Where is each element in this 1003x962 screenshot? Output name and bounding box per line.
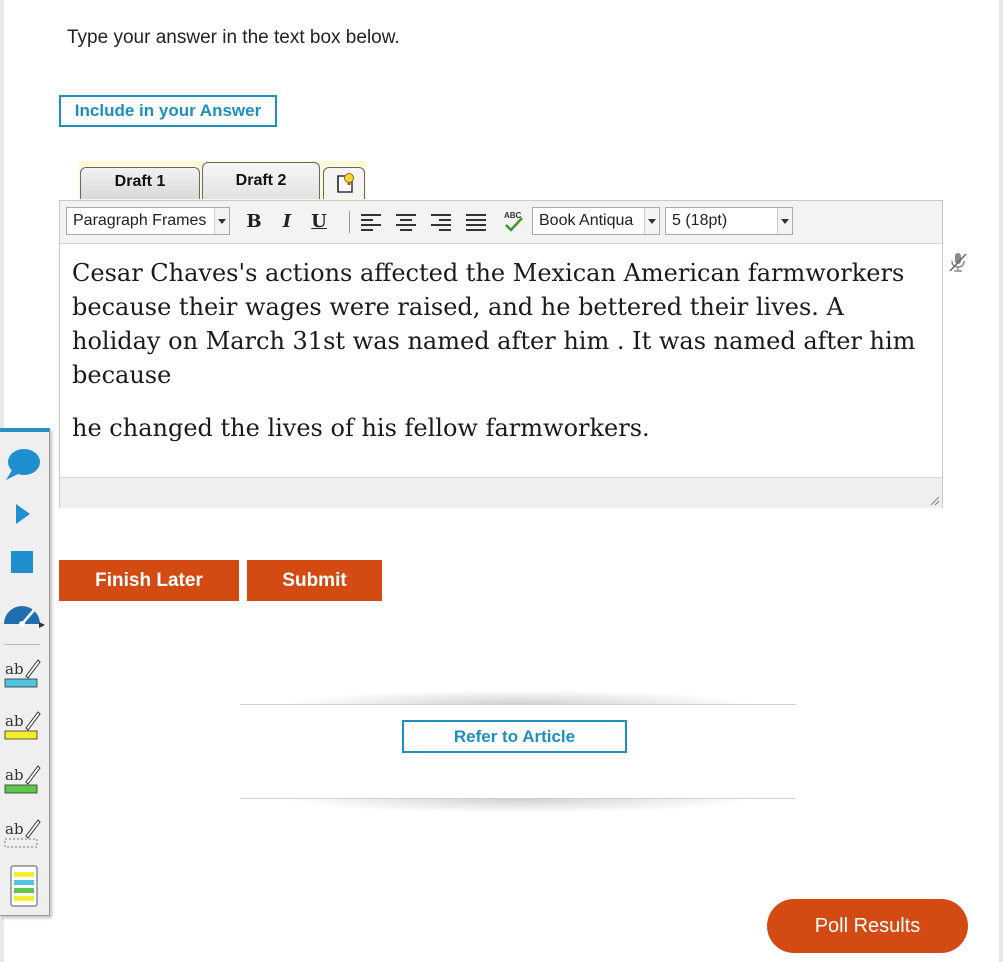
- align-left-button[interactable]: [360, 212, 382, 232]
- section-divider: [240, 690, 796, 705]
- chevron-down-icon: [214, 208, 229, 234]
- tab-draft-1[interactable]: Draft 1: [80, 167, 200, 199]
- svg-text:ABC: ABC: [504, 211, 522, 220]
- editor-toolbar: Paragraph Frames B I U ABC Book Antiqua …: [60, 201, 942, 244]
- include-in-answer-button[interactable]: Include in your Answer: [59, 95, 277, 127]
- submit-button[interactable]: Submit: [247, 560, 382, 601]
- finish-later-button[interactable]: Finish Later: [59, 560, 239, 601]
- align-center-button[interactable]: [395, 212, 417, 232]
- highlight-yellow-icon: ab: [4, 711, 41, 740]
- align-justify-button[interactable]: [465, 212, 487, 232]
- play-button[interactable]: [2, 494, 42, 538]
- svg-text:ab: ab: [5, 660, 24, 678]
- paragraph-format-select[interactable]: Paragraph Frames: [66, 207, 230, 235]
- answer-editor: Paragraph Frames B I U ABC Book Antiqua …: [59, 200, 943, 508]
- play-icon: [16, 504, 30, 524]
- notes-icon: [10, 865, 38, 907]
- svg-text:ab: ab: [5, 766, 24, 784]
- underline-button[interactable]: U: [306, 210, 332, 234]
- refer-to-article-button[interactable]: Refer to Article: [402, 720, 627, 753]
- highlight-green-button[interactable]: ab: [2, 760, 42, 804]
- section-divider: [240, 798, 796, 813]
- align-right-button[interactable]: [430, 212, 452, 232]
- toolbar-divider: [349, 211, 350, 233]
- svg-text:ab: ab: [5, 712, 24, 730]
- speech-bubble-icon: [6, 449, 40, 480]
- font-family-value: Book Antiqua: [539, 212, 634, 229]
- highlight-yellow-button[interactable]: ab: [2, 706, 42, 750]
- new-draft-tab[interactable]: [323, 167, 365, 199]
- stop-button[interactable]: [2, 542, 42, 586]
- highlight-green-icon: ab: [4, 765, 41, 794]
- tab-draft-2[interactable]: Draft 2: [202, 162, 320, 199]
- tool-palette: ab ab ab ab: [0, 428, 50, 916]
- answer-text-area[interactable]: Cesar Chaves's actions affected the Mexi…: [60, 244, 942, 477]
- font-family-select[interactable]: Book Antiqua: [532, 207, 660, 235]
- answer-paragraph: he changed the lives of his fellow farmw…: [72, 414, 650, 442]
- paragraph-format-value: Paragraph Frames: [73, 212, 207, 229]
- poll-results-button[interactable]: Poll Results: [767, 899, 968, 953]
- speed-gauge-icon: [4, 606, 45, 628]
- spellcheck-button[interactable]: ABC: [500, 209, 526, 235]
- italic-button[interactable]: I: [274, 210, 300, 234]
- microphone-muted-icon[interactable]: [948, 251, 968, 273]
- spellcheck-icon: ABC: [504, 211, 523, 232]
- bold-button[interactable]: B: [241, 210, 267, 234]
- highlight-clear-icon: ab: [4, 819, 41, 848]
- font-size-select[interactable]: 5 (18pt): [665, 207, 793, 235]
- new-draft-icon: [337, 173, 354, 193]
- highlight-blue-button[interactable]: ab: [2, 654, 42, 698]
- chevron-down-icon: [644, 208, 659, 234]
- resize-grip-icon[interactable]: [928, 494, 940, 506]
- editor-status-bar: [60, 477, 942, 508]
- speed-gauge-button[interactable]: [2, 592, 45, 636]
- answer-paragraph: Cesar Chaves's actions affected the Mexi…: [72, 259, 916, 389]
- svg-text:ab: ab: [5, 820, 24, 838]
- font-size-value: 5 (18pt): [672, 212, 728, 229]
- notes-button[interactable]: [2, 864, 42, 908]
- highlight-blue-icon: ab: [4, 659, 41, 688]
- chevron-down-icon: [777, 208, 792, 234]
- palette-divider: [4, 644, 40, 645]
- stop-icon: [11, 551, 33, 573]
- instruction-text: Type your answer in the text box below.: [67, 27, 400, 48]
- speech-bubble-button[interactable]: [2, 444, 42, 488]
- highlight-clear-button[interactable]: ab: [2, 814, 42, 858]
- right-border: [999, 0, 1003, 962]
